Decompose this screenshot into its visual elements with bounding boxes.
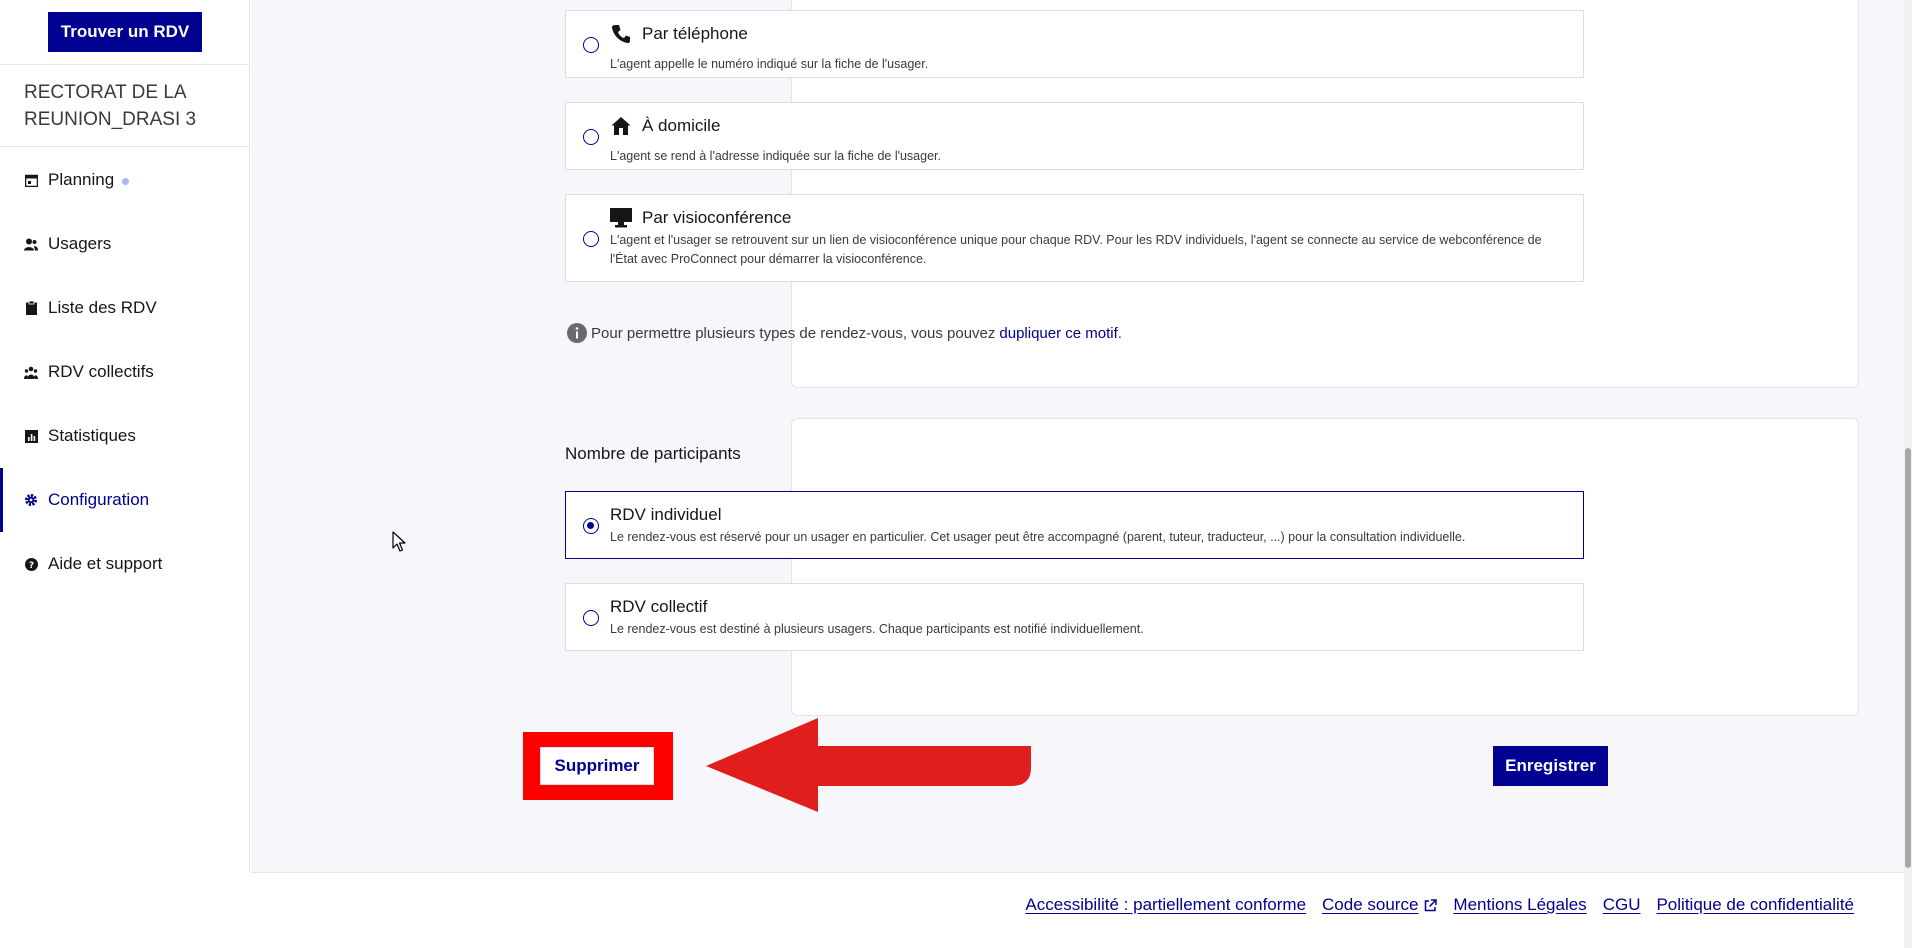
svg-text:?: ? [28, 561, 33, 571]
sidebar-item-label: Aide et support [48, 554, 163, 573]
annotation-arrow-icon [706, 718, 1031, 812]
organisation-name[interactable]: RECTORAT DE LA REUNION_DRASI 3 [0, 64, 250, 147]
footer-link-cgu[interactable]: CGU [1603, 895, 1641, 915]
info-text: Pour permettre plusieurs types de rendez… [591, 324, 996, 342]
footer-links: Accessibilité : partiellement conforme C… [1025, 895, 1854, 915]
notification-dot [122, 178, 130, 185]
footer-link-code-source[interactable]: Code source [1322, 895, 1438, 915]
option-rdv-individuel[interactable]: RDV individuel Le rendez-vous est réserv… [565, 491, 1584, 559]
radio-phone[interactable] [583, 37, 599, 53]
users-icon [24, 237, 38, 251]
option-description: L'agent appelle le numéro indiqué sur la… [610, 57, 929, 71]
participants-title: Nombre de participants [565, 444, 741, 463]
option-description: Le rendez-vous est réservé pour un usage… [610, 530, 1466, 544]
option-title: Par téléphone [642, 24, 748, 43]
info-suffix: . [1117, 324, 1122, 342]
radio-rdv-collectif[interactable] [583, 610, 599, 626]
mouse-cursor-icon [392, 531, 406, 552]
option-description: L'agent se rend à l'adresse indiquée sur… [610, 149, 941, 163]
sidebar-item-statistiques[interactable]: Statistiques [0, 404, 250, 468]
footer-link-label: Code source [1322, 895, 1419, 914]
gear-icon [24, 493, 38, 507]
sidebar-item-label: Configuration [48, 490, 150, 509]
sidebar-nav: Planning Usagers Liste des RDV RDV colle… [0, 148, 250, 596]
question-icon: ? [24, 557, 38, 571]
radio-rdv-individuel[interactable] [583, 518, 599, 534]
sidebar-item-planning[interactable]: Planning [0, 148, 250, 212]
home-icon [610, 116, 632, 136]
radio-home[interactable] [583, 129, 599, 145]
option-rdv-collectif[interactable]: RDV collectif Le rendez-vous est destiné… [565, 583, 1584, 651]
sidebar-item-label: Statistiques [48, 426, 136, 445]
option-home[interactable]: À domicile L'agent se rend à l'adresse i… [565, 102, 1584, 170]
sidebar-item-label: Liste des RDV [48, 298, 157, 317]
option-title: RDV individuel [610, 505, 722, 524]
option-title: Par visioconférence [642, 208, 792, 227]
duplicate-info: Pour permettre plusieurs types de rendez… [567, 323, 1122, 343]
delete-button[interactable]: Supprimer [540, 747, 654, 785]
group-icon [24, 365, 38, 379]
save-button[interactable]: Enregistrer [1493, 746, 1608, 786]
duplicate-motif-link[interactable]: dupliquer ce motif [999, 325, 1117, 342]
sidebar-item-label: Planning [48, 170, 115, 189]
info-icon [567, 323, 587, 343]
footer: Accessibilité : partiellement conforme C… [251, 872, 1904, 948]
sidebar-item-label: RDV collectifs [48, 362, 154, 381]
sidebar-item-usagers[interactable]: Usagers [0, 212, 250, 276]
option-phone[interactable]: Par téléphone L'agent appelle le numéro … [565, 10, 1584, 78]
footer-link-accessibilite[interactable]: Accessibilité : partiellement conforme [1025, 895, 1306, 915]
sidebar-item-label: Usagers [48, 234, 112, 253]
option-description: L'agent et l'usager se retrouvent sur un… [610, 233, 1542, 266]
sidebar-item-rdv-collectifs[interactable]: RDV collectifs [0, 340, 250, 404]
option-title: RDV collectif [610, 597, 708, 616]
option-description: Le rendez-vous est destiné à plusieurs u… [610, 622, 1144, 636]
calendar-icon [24, 173, 38, 187]
option-title: À domicile [642, 116, 721, 135]
clipboard-icon [24, 301, 38, 315]
scrollbar-thumb[interactable] [1905, 448, 1911, 868]
footer-link-confidentialite[interactable]: Politique de confidentialité [1656, 895, 1854, 915]
external-link-icon [1424, 898, 1438, 912]
find-rdv-button[interactable]: Trouver un RDV [48, 12, 202, 52]
sidebar-item-aide[interactable]: ? Aide et support [0, 532, 250, 596]
sidebar-item-liste-rdv[interactable]: Liste des RDV [0, 276, 250, 340]
participants-card [791, 418, 1859, 716]
option-video[interactable]: Par visioconférence L'agent et l'usager … [565, 194, 1584, 282]
chart-icon [24, 429, 38, 443]
phone-icon [610, 24, 632, 44]
radio-video[interactable] [583, 231, 599, 247]
sidebar: Trouver un RDV RECTORAT DE LA REUNION_DR… [0, 0, 250, 872]
monitor-icon [610, 208, 632, 228]
sidebar-item-configuration[interactable]: Configuration [0, 468, 250, 532]
scrollbar[interactable] [1904, 0, 1912, 948]
footer-link-mentions-legales[interactable]: Mentions Légales [1453, 895, 1586, 915]
